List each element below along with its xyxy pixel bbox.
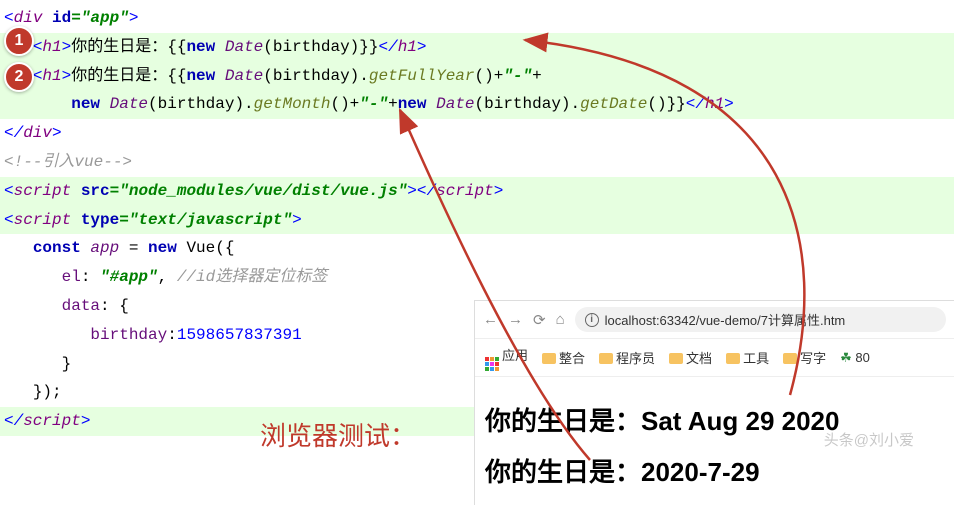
bookmark-folder[interactable]: 写字 xyxy=(783,348,826,367)
home-icon[interactable]: ⌂ xyxy=(556,311,565,328)
url-text: localhost:63342/vue-demo/7计算属性.htm xyxy=(605,310,846,329)
address-bar[interactable]: i localhost:63342/vue-demo/7计算属性.htm xyxy=(575,307,946,332)
reload-icon[interactable]: ⟳ xyxy=(533,311,546,329)
annotation-badge-2: 2 xyxy=(4,62,34,92)
folder-icon xyxy=(669,353,683,364)
bookmark-item[interactable]: ☘ 80 xyxy=(840,350,870,366)
folder-icon xyxy=(783,353,797,364)
folder-icon xyxy=(726,353,740,364)
output-line-2: 你的生日是：2020-7-29 xyxy=(485,452,944,489)
browser-toolbar: ← → ⟳ ⌂ i localhost:63342/vue-demo/7计算属性… xyxy=(475,301,954,339)
browser-test-label: 浏览器测试： xyxy=(260,416,416,453)
output-line-1: 你的生日是：Sat Aug 29 2020 xyxy=(485,401,944,438)
bookmark-folder[interactable]: 整合 xyxy=(542,348,585,367)
folder-icon xyxy=(599,353,613,364)
bookmark-bar: 应用 整合 程序员 文档 工具 写字 ☘ 80 xyxy=(475,339,954,377)
apps-button[interactable]: 应用 xyxy=(485,345,528,370)
browser-window: ← → ⟳ ⌂ i localhost:63342/vue-demo/7计算属性… xyxy=(474,300,954,505)
forward-icon[interactable]: → xyxy=(508,311,523,328)
back-icon[interactable]: ← xyxy=(483,311,498,328)
bookmark-folder[interactable]: 工具 xyxy=(726,348,769,367)
bookmark-folder[interactable]: 文档 xyxy=(669,348,712,367)
browser-viewport: 你的生日是：Sat Aug 29 2020 你的生日是：2020-7-29 头条… xyxy=(475,377,954,505)
folder-icon xyxy=(542,353,556,364)
leaf-icon: ☘ xyxy=(840,350,852,365)
annotation-badge-1: 1 xyxy=(4,26,34,56)
info-icon: i xyxy=(585,313,599,327)
apps-icon xyxy=(485,357,499,371)
bookmark-folder[interactable]: 程序员 xyxy=(599,348,655,367)
